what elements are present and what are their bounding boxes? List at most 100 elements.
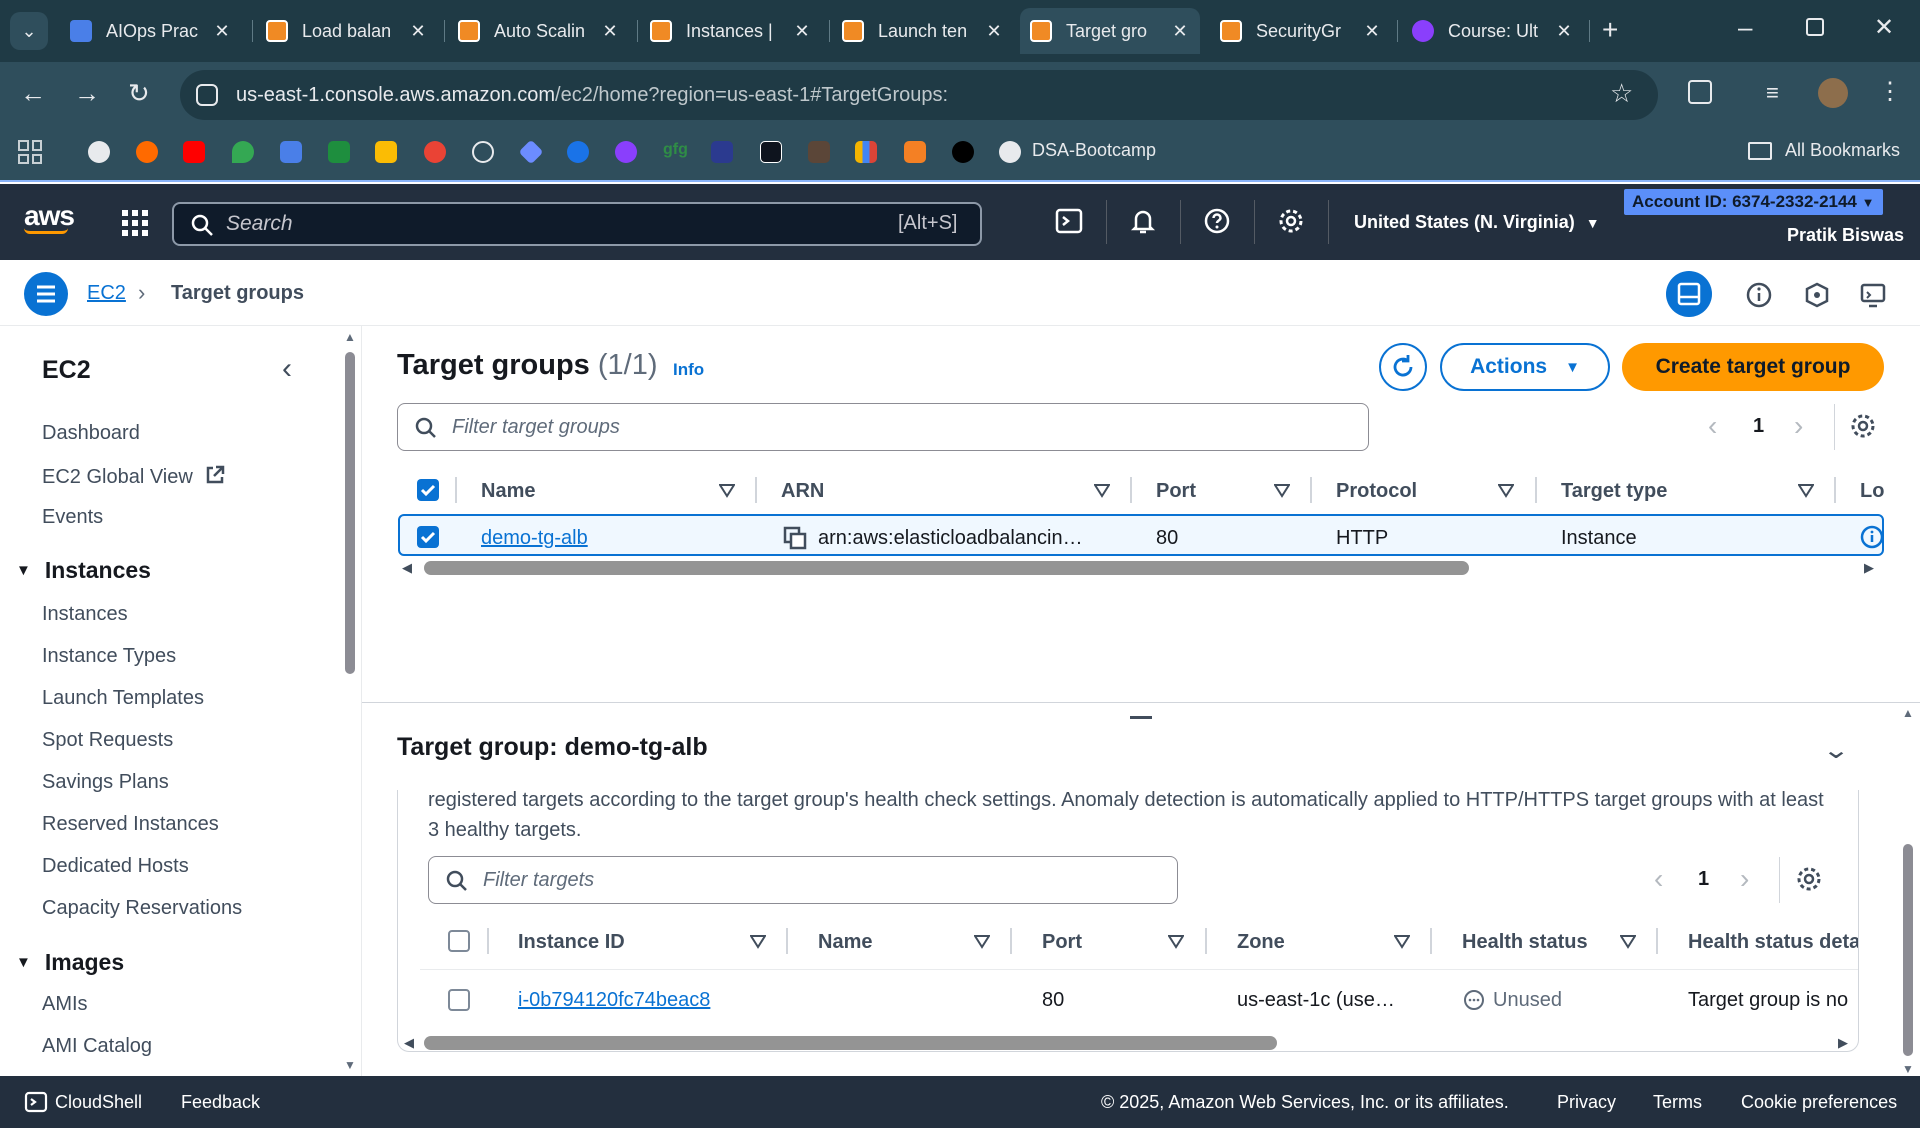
notifications-bell-icon[interactable] (1128, 206, 1164, 242)
feedback-monitor-icon[interactable] (1859, 281, 1889, 309)
tab-search-button[interactable]: ⌄ (10, 12, 48, 50)
next-page-icon[interactable]: › (1794, 410, 1803, 442)
stackoverflow-icon[interactable] (904, 141, 926, 163)
actions-dropdown[interactable]: Actions ▼ (1440, 343, 1610, 391)
scroll-left-icon[interactable]: ◀ (402, 560, 412, 576)
docs-icon[interactable] (280, 141, 302, 163)
bookmark-icon[interactable] (567, 141, 589, 163)
row-checkbox[interactable] (417, 526, 439, 548)
bookmark-star-icon[interactable]: ☆ (1610, 80, 1633, 106)
column-header-instance-id[interactable]: Instance ID (518, 931, 625, 954)
breadcrumb-ec2[interactable]: EC2 (87, 282, 126, 305)
sort-icon[interactable] (1394, 935, 1410, 949)
browser-tab[interactable]: AIOps Prac ✕ (60, 8, 242, 54)
scroll-right-icon[interactable]: ▶ (1838, 1035, 1848, 1051)
browser-menu-icon[interactable]: ⋮ (1878, 80, 1902, 104)
cloudshell-icon[interactable] (24, 1090, 48, 1114)
scroll-right-icon[interactable]: ▶ (1864, 560, 1874, 576)
footer-privacy[interactable]: Privacy (1557, 1092, 1616, 1113)
select-all-targets-checkbox[interactable] (448, 930, 470, 952)
targets-horizontal-scrollbar[interactable] (424, 1036, 1277, 1050)
help-icon[interactable] (1202, 206, 1238, 242)
hackerrank-icon[interactable] (760, 141, 782, 163)
chatgpt-icon[interactable] (472, 141, 494, 163)
sidenav-section-images[interactable]: ▼ Images (16, 949, 124, 976)
select-all-checkbox[interactable] (417, 479, 439, 501)
takeuforward-icon[interactable] (952, 141, 974, 163)
sort-icon[interactable] (1094, 484, 1110, 498)
table-settings-gear-icon[interactable] (1849, 412, 1877, 440)
filter-targets-input[interactable]: Filter targets (428, 856, 1178, 904)
sidenav-item-events[interactable]: Events (42, 506, 103, 529)
target-row-checkbox[interactable] (448, 989, 470, 1011)
codechef-icon[interactable] (808, 141, 830, 163)
create-target-group-button[interactable]: Create target group (1622, 343, 1884, 391)
sidenav-item-global-view[interactable]: EC2 Global View (42, 464, 226, 489)
column-header-target-type[interactable]: Target type (1561, 480, 1667, 503)
bookmark-icon[interactable] (711, 141, 733, 163)
close-tab-icon[interactable]: ✕ (408, 21, 428, 42)
sheets-icon[interactable] (328, 141, 350, 163)
sidenav-item-reserved-instances[interactable]: Reserved Instances (42, 813, 219, 836)
sidenav-item-dashboard[interactable]: Dashboard (42, 422, 140, 445)
table-settings-gear-icon[interactable] (1795, 865, 1823, 893)
column-header-port[interactable]: Port (1042, 931, 1082, 954)
sort-icon[interactable] (1620, 935, 1636, 949)
column-header-name[interactable]: Name (481, 480, 535, 503)
browser-tab-active[interactable]: Target gro ✕ (1020, 8, 1200, 54)
all-bookmarks[interactable]: All Bookmarks (1785, 140, 1900, 161)
prev-page-icon[interactable]: ‹ (1654, 863, 1663, 895)
footer-terms[interactable]: Terms (1653, 1092, 1702, 1113)
side-nav-toggle[interactable] (24, 272, 68, 316)
instance-id-link[interactable]: i-0b794120fc74beac8 (518, 989, 710, 1012)
close-tab-icon[interactable]: ✕ (1554, 21, 1574, 42)
browser-tab[interactable]: Instances | ✕ (640, 8, 822, 54)
column-header-health-details[interactable]: Health status deta (1688, 931, 1858, 954)
sidenav-item-amis[interactable]: AMIs (42, 993, 88, 1016)
page-number[interactable]: 1 (1753, 415, 1764, 438)
prev-page-icon[interactable]: ‹ (1708, 410, 1717, 442)
media-control-icon[interactable]: ≡ (1766, 82, 1779, 104)
copy-icon[interactable] (783, 526, 807, 550)
apps-grid-icon[interactable] (18, 140, 42, 164)
bookmark-dsa-bootcamp[interactable]: DSA-Bootcamp (1032, 140, 1156, 161)
column-header-load-balancer[interactable]: Lo (1860, 480, 1884, 503)
browser-tab[interactable]: Course: Ult ✕ (1402, 8, 1584, 54)
column-header-name[interactable]: Name (818, 931, 872, 954)
udemy-icon[interactable] (615, 141, 637, 163)
profile-avatar[interactable] (1818, 78, 1848, 108)
minimize-icon[interactable]: – (1738, 14, 1752, 40)
sidenav-item-instances[interactable]: Instances (42, 603, 128, 626)
close-tab-icon[interactable]: ✕ (792, 21, 812, 42)
services-grid-icon[interactable] (122, 210, 148, 236)
split-panel-scrollbar[interactable]: ▲ ▼ (1900, 706, 1916, 1076)
browser-tab[interactable]: Load balan ✕ (256, 8, 438, 54)
sort-icon[interactable] (1168, 935, 1184, 949)
drive-icon[interactable] (375, 141, 397, 163)
table-row-selected[interactable] (398, 514, 1884, 556)
geeksforgeeks-icon[interactable]: gfg (663, 141, 688, 163)
browser-tab[interactable]: Launch ten ✕ (832, 8, 1014, 54)
footer-feedback[interactable]: Feedback (181, 1092, 260, 1113)
column-header-health-status[interactable]: Health status (1462, 931, 1588, 954)
cloudshell-icon[interactable] (1054, 206, 1090, 242)
extensions-icon[interactable] (1688, 80, 1712, 104)
sort-icon[interactable] (1798, 484, 1814, 498)
sort-icon[interactable] (974, 935, 990, 949)
account-menu[interactable]: Account ID: 6374-2332-2144 ▼ (1624, 189, 1883, 215)
sort-icon[interactable] (750, 935, 766, 949)
sidenav-item-instance-types[interactable]: Instance Types (42, 645, 176, 668)
column-header-zone[interactable]: Zone (1237, 931, 1285, 954)
maps-icon[interactable] (232, 141, 254, 163)
footer-cloudshell[interactable]: CloudShell (55, 1092, 142, 1113)
sort-icon[interactable] (719, 484, 735, 498)
sidenav-item-capacity-reservations[interactable]: Capacity Reservations (42, 897, 242, 920)
region-selector[interactable]: United States (N. Virginia) ▼ (1354, 212, 1600, 233)
sort-icon[interactable] (1274, 484, 1290, 498)
aws-search-input[interactable] (172, 202, 982, 246)
reload-icon[interactable]: ↻ (128, 80, 150, 106)
security-hexagon-icon[interactable] (1803, 281, 1831, 309)
refresh-button[interactable] (1379, 343, 1427, 391)
sidenav-item-dedicated-hosts[interactable]: Dedicated Hosts (42, 855, 189, 878)
youtube-icon[interactable] (183, 141, 205, 163)
